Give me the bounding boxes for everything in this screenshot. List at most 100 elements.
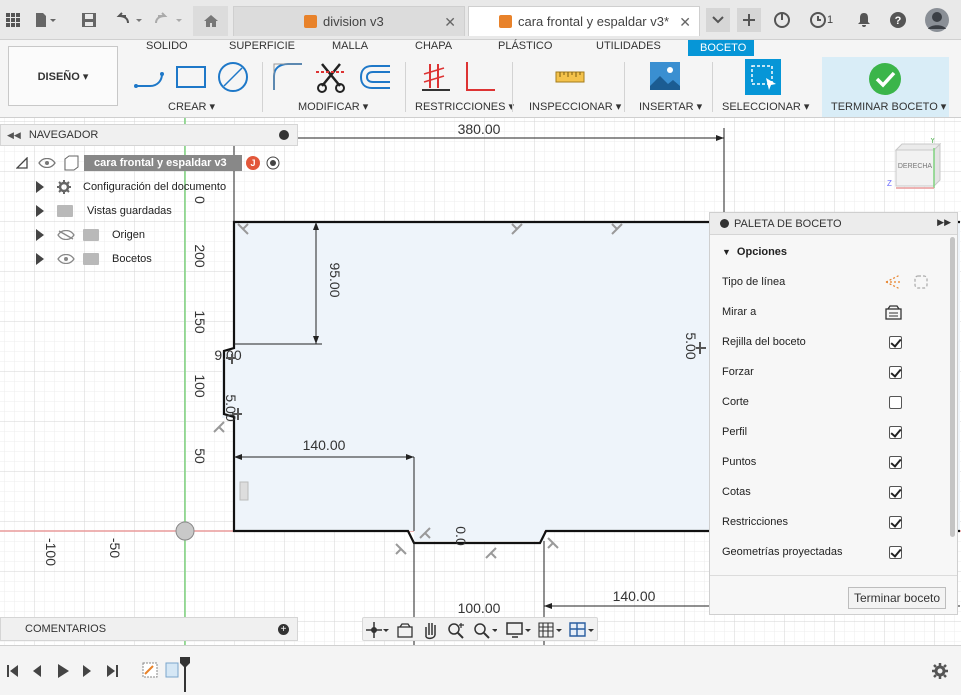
- create-group-label[interactable]: CREAR ▾: [168, 100, 215, 113]
- expand-arrow-icon[interactable]: [36, 253, 44, 265]
- fillet-icon[interactable]: [270, 60, 304, 94]
- undo-icon[interactable]: [112, 9, 146, 31]
- previous-frame-icon[interactable]: [30, 664, 44, 678]
- dimensions-checkbox[interactable]: [889, 485, 902, 499]
- expand-icon[interactable]: ▶▶: [937, 217, 951, 228]
- bell-icon[interactable]: [853, 9, 875, 31]
- palette-row-constraints[interactable]: Restricciones: [722, 512, 947, 532]
- dimension-lower-left[interactable]: 140.00: [303, 437, 346, 453]
- dimension-notch-small-a[interactable]: 9.00: [214, 347, 241, 363]
- collapse-arrow-icon[interactable]: ▼: [722, 247, 731, 257]
- offset-icon[interactable]: [358, 60, 392, 94]
- tab-plastico[interactable]: PLÁSTICO: [498, 40, 552, 56]
- eye-icon[interactable]: [57, 254, 75, 264]
- next-frame-icon[interactable]: [80, 664, 94, 678]
- coincident-constraint-icon[interactable]: [420, 60, 454, 94]
- minimize-icon[interactable]: [279, 130, 289, 140]
- pan-icon[interactable]: [421, 620, 439, 640]
- check-icon[interactable]: [868, 62, 902, 96]
- perpendicular-constraint-icon[interactable]: [462, 60, 496, 94]
- origin-point[interactable]: [175, 521, 195, 541]
- options-section[interactable]: ▼ Opciones: [722, 242, 947, 262]
- navigator-item[interactable]: Origen: [0, 224, 298, 246]
- tab-division[interactable]: division v3 ✕: [233, 6, 465, 36]
- gear-icon[interactable]: [931, 662, 949, 680]
- scrollbar[interactable]: [950, 237, 955, 537]
- activate-radio-icon[interactable]: [266, 156, 280, 170]
- zoom-window-icon[interactable]: [473, 621, 497, 639]
- workspace-button[interactable]: DISEÑO ▾: [8, 46, 118, 106]
- insert-image-icon[interactable]: [648, 60, 682, 94]
- display-settings-icon[interactable]: [506, 621, 532, 639]
- tab-superficie[interactable]: SUPERFICIE: [229, 40, 295, 56]
- inspect-group-label[interactable]: INSPECCIONAR ▾: [529, 100, 621, 113]
- viewcube[interactable]: Z Y DERECHA: [882, 136, 952, 208]
- tab-utilidades[interactable]: UTILIDADES: [596, 40, 661, 56]
- trim-icon[interactable]: [314, 60, 348, 94]
- dimension-top-width[interactable]: 380.00: [458, 121, 501, 137]
- expand-arrow-icon[interactable]: [36, 181, 44, 193]
- redo-icon[interactable]: [152, 9, 186, 31]
- close-icon[interactable]: ✕: [679, 14, 691, 31]
- eye-hidden-icon[interactable]: [57, 230, 75, 240]
- measure-icon[interactable]: [553, 60, 587, 94]
- new-tab-icon[interactable]: [737, 8, 761, 32]
- line-icon[interactable]: [132, 60, 168, 94]
- timeline-marker-icon[interactable]: [178, 656, 192, 692]
- circle-icon[interactable]: [216, 60, 250, 94]
- root-label[interactable]: cara frontal y espaldar v3: [84, 155, 242, 171]
- first-frame-icon[interactable]: [6, 664, 20, 678]
- sketch-palette[interactable]: PALETA DE BOCETO ▶▶ ▼ Opciones Tipo de l…: [709, 212, 958, 615]
- dimension-left-small[interactable]: 5.00: [223, 394, 239, 421]
- snap-checkbox[interactable]: [889, 365, 902, 379]
- select-icon[interactable]: [744, 58, 782, 96]
- dimension-right-small[interactable]: 5.00: [683, 332, 699, 359]
- save-icon[interactable]: [78, 9, 100, 31]
- palette-row-dimensions[interactable]: Cotas: [722, 482, 947, 502]
- tab-cara-frontal[interactable]: cara frontal y espaldar v3* ✕: [468, 6, 700, 36]
- orbit-icon[interactable]: [365, 621, 389, 639]
- tab-boceto[interactable]: BOCETO: [688, 40, 754, 56]
- select-group-label[interactable]: SELECCIONAR ▾: [722, 100, 809, 113]
- sketch-grid-checkbox[interactable]: [889, 335, 902, 349]
- fix-constraint-icon[interactable]: [239, 481, 249, 501]
- zoom-icon[interactable]: [447, 621, 467, 639]
- job-status-icon[interactable]: 1: [806, 9, 836, 31]
- palette-row-profile[interactable]: Perfil: [722, 422, 947, 442]
- tab-chapa[interactable]: CHAPA: [415, 40, 452, 56]
- dimension-notch-small-b[interactable]: 0.0: [453, 526, 469, 546]
- viewcube-face-label[interactable]: DERECHA: [896, 163, 934, 170]
- insert-group-label[interactable]: INSERTAR ▾: [639, 100, 702, 113]
- viewports-icon[interactable]: [569, 621, 595, 639]
- navigator-item[interactable]: Vistas guardadas: [0, 200, 298, 222]
- minimize-icon[interactable]: [720, 219, 729, 228]
- navigator-panel[interactable]: ◀◀ NAVEGADOR: [0, 124, 298, 146]
- play-icon[interactable]: [56, 663, 70, 679]
- palette-row-projected[interactable]: Geometrías proyectadas: [722, 542, 947, 562]
- look-at-icon[interactable]: [396, 621, 414, 639]
- app-grid-icon[interactable]: [2, 9, 24, 31]
- add-comment-icon[interactable]: +: [278, 624, 289, 635]
- last-frame-icon[interactable]: [105, 664, 119, 678]
- navigator-root[interactable]: cara frontal y espaldar v3 J: [0, 152, 298, 174]
- expand-arrow-icon[interactable]: [36, 229, 44, 241]
- comments-panel[interactable]: COMENTARIOS +: [0, 617, 298, 641]
- slice-checkbox[interactable]: [889, 395, 902, 409]
- profile-checkbox[interactable]: [889, 425, 902, 439]
- file-icon[interactable]: [34, 9, 56, 31]
- chevron-down-icon[interactable]: [706, 8, 730, 32]
- help-icon[interactable]: ?: [887, 9, 909, 31]
- tab-malla[interactable]: MALLA: [332, 40, 368, 56]
- construction-line-icon[interactable]: [884, 273, 902, 291]
- palette-row-snap[interactable]: Forzar: [722, 362, 947, 382]
- eye-icon[interactable]: [38, 158, 56, 168]
- tab-solido[interactable]: SOLIDO: [146, 40, 188, 56]
- close-icon[interactable]: ✕: [444, 14, 456, 31]
- points-checkbox[interactable]: [889, 455, 902, 469]
- navigator-item[interactable]: Configuración del documento: [0, 176, 298, 198]
- palette-row-slice[interactable]: Corte: [722, 392, 947, 412]
- modify-group-label[interactable]: MODIFICAR ▾: [298, 100, 368, 113]
- component-badge-icon[interactable]: J: [246, 156, 260, 170]
- look-at-icon[interactable]: [885, 304, 902, 320]
- dimension-bottom-notch[interactable]: 100.00: [458, 600, 501, 616]
